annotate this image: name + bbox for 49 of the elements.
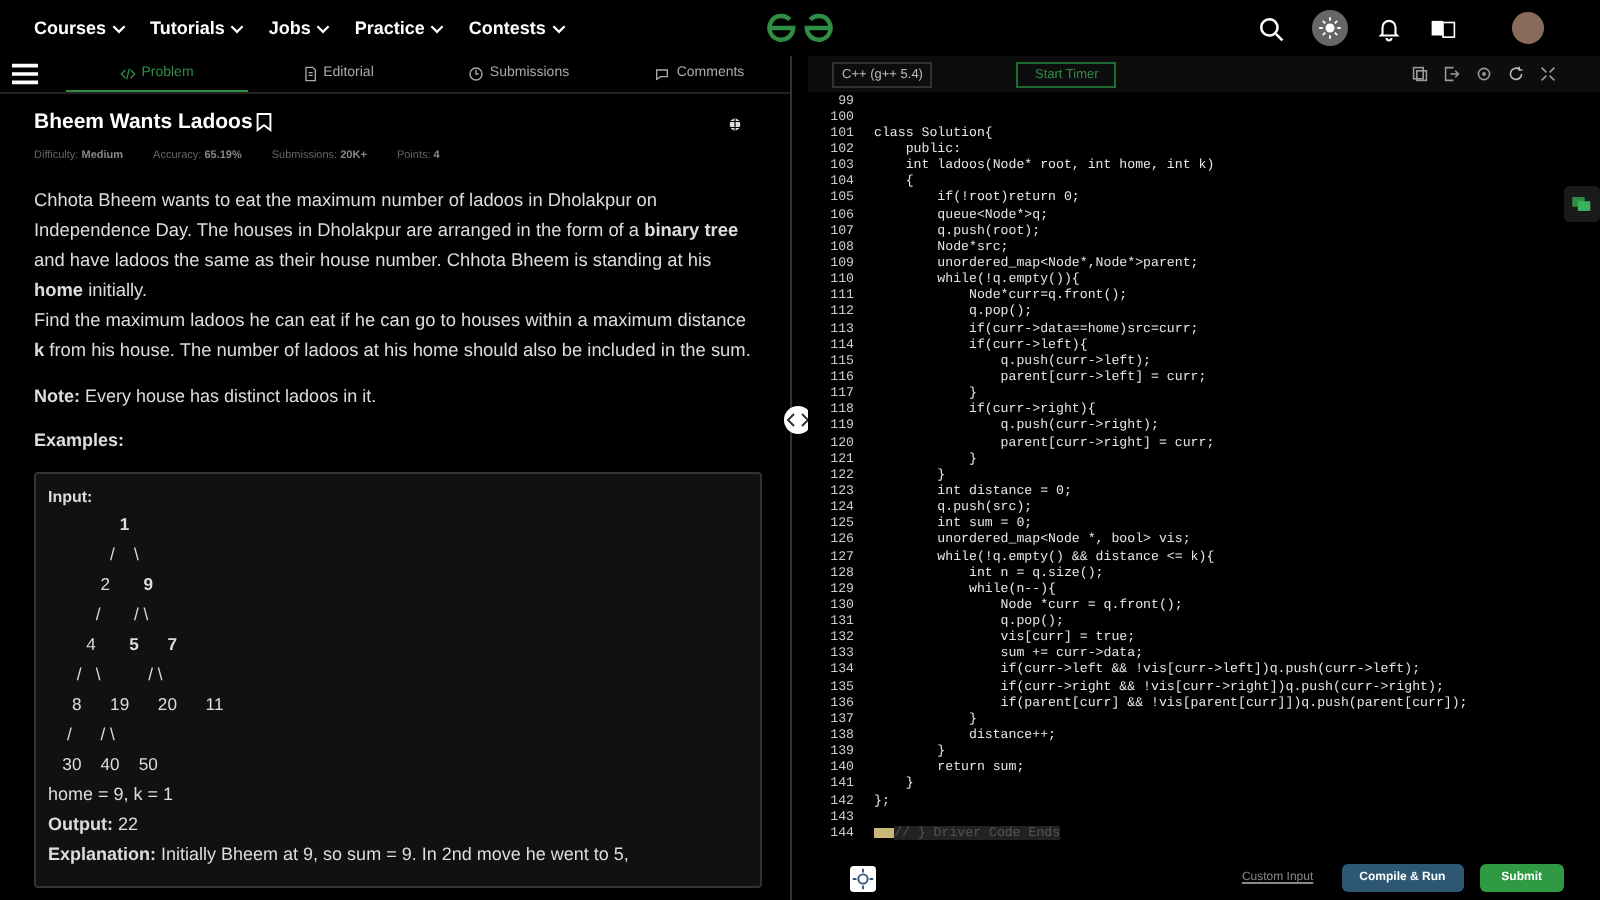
logo-icon[interactable] xyxy=(766,12,834,44)
problem-title: Bheem Wants Ladoos xyxy=(34,110,253,134)
tree-line: 8 19 20 11 xyxy=(69,692,226,718)
nav-menu[interactable]: Practice xyxy=(354,18,445,38)
tree-line: 2 9 xyxy=(98,572,156,598)
bug-icon[interactable] xyxy=(726,113,744,131)
examples-heading: Examples: xyxy=(34,428,127,454)
bell-icon[interactable] xyxy=(1376,15,1402,41)
theme-icon[interactable] xyxy=(850,865,876,891)
nav-menu[interactable]: Courses xyxy=(34,18,127,38)
translate-icon[interactable] xyxy=(1430,15,1456,41)
tree-line: 4 5 7 xyxy=(84,632,179,658)
chevron-down-icon xyxy=(551,23,566,33)
nav-menu[interactable]: Tutorials xyxy=(150,18,245,38)
input-heading: Input: xyxy=(48,486,95,510)
document-icon xyxy=(301,65,318,81)
tree-line: / / \ xyxy=(65,722,117,748)
theme-toggle-icon[interactable] xyxy=(1312,10,1348,46)
tree-line: / / \ xyxy=(93,602,151,628)
comment-icon xyxy=(654,65,671,81)
settings-icon[interactable] xyxy=(1476,66,1492,82)
menu-icon[interactable] xyxy=(12,62,38,86)
chevron-down-icon xyxy=(316,23,331,33)
copy-icon[interactable] xyxy=(1412,66,1428,82)
tree-line: / \ xyxy=(108,542,141,568)
nav-menu[interactable]: Jobs xyxy=(268,18,331,38)
avatar[interactable] xyxy=(1512,12,1544,44)
chevron-down-icon xyxy=(112,23,127,33)
reset-icon[interactable] xyxy=(1508,66,1524,82)
tree-line: / \ / \ xyxy=(74,662,165,688)
search-icon[interactable] xyxy=(1258,15,1284,41)
chevron-down-icon xyxy=(430,23,445,33)
note-text: Note: Every house has distinct ladoos in it. xyxy=(34,384,379,410)
problem-text: home initially. xyxy=(34,278,150,304)
nav-menu[interactable]: Contests xyxy=(468,18,566,38)
bookmark-icon[interactable] xyxy=(256,112,273,132)
example-text: Explanation: Initially Bheem at 9, so sum = 9. In 2nd move he went to 5, xyxy=(48,842,631,868)
chevron-down-icon xyxy=(230,23,245,33)
example-text: home = 9, k = 1 xyxy=(48,782,176,808)
fold-marker[interactable] xyxy=(874,827,894,838)
code-icon xyxy=(119,65,136,81)
example-text: Output: 22 xyxy=(48,812,140,838)
chat-icon[interactable] xyxy=(1564,184,1600,224)
tree-line: 30 40 50 xyxy=(60,752,160,778)
tree-line: 1 xyxy=(117,512,132,538)
problem-text: Find the maximum ladoos he can eat if he can go to houses within a maximum distance k from his house. The number of ladoos at his home should also be included in the sum. xyxy=(34,308,753,364)
fullscreen-icon[interactable] xyxy=(1540,66,1556,82)
clock-icon xyxy=(467,65,484,81)
export-icon[interactable] xyxy=(1444,66,1460,82)
